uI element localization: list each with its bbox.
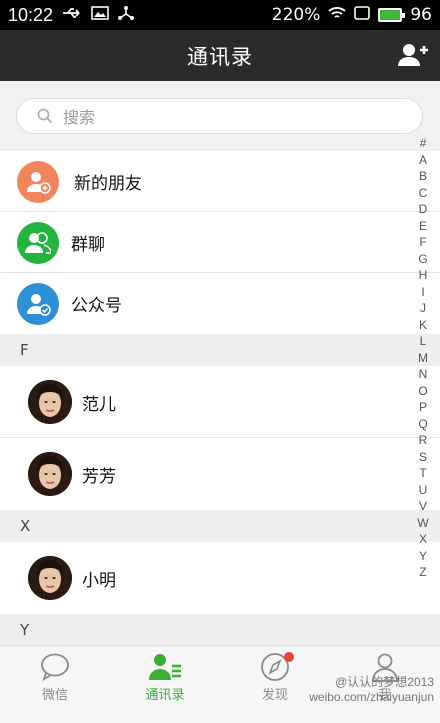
index-letter[interactable]: X (419, 531, 427, 548)
contacts-icon (149, 654, 181, 680)
index-letter[interactable]: F (419, 234, 426, 251)
index-letter[interactable]: M (418, 350, 428, 367)
avatar (28, 556, 72, 600)
title-bar: 通讯录 (0, 30, 440, 81)
index-letter[interactable]: W (417, 515, 428, 532)
tab-label: 发现 (261, 688, 288, 703)
index-letter[interactable]: L (420, 333, 427, 350)
section-header-f: F (0, 334, 440, 366)
tab-contacts[interactable]: 通讯录 (110, 646, 220, 723)
tab-label: 微信 (41, 688, 68, 703)
index-letter[interactable]: O (418, 383, 427, 400)
search-area: 搜索 (0, 81, 440, 151)
index-letter[interactable]: H (419, 267, 428, 284)
page-title: 通讯录 (187, 44, 253, 69)
status-bar: 10:22 220% 96 (0, 0, 440, 30)
index-letter[interactable]: A (419, 152, 427, 169)
usb-icon (61, 5, 83, 25)
index-letter[interactable]: P (419, 399, 427, 416)
index-letter[interactable]: Q (418, 416, 427, 433)
add-user-icon (398, 44, 428, 66)
section-header-y: Y (0, 614, 440, 646)
index-letter[interactable]: D (419, 201, 428, 218)
share-icon (117, 5, 135, 26)
battery-level: 96 (410, 5, 432, 25)
contact-row[interactable]: 芳芳 (0, 438, 440, 510)
group-chat-icon (17, 221, 59, 264)
index-letter[interactable]: Y (419, 548, 427, 565)
avatar (28, 452, 72, 496)
official-account-row[interactable]: 公众号 (0, 273, 440, 334)
index-letter[interactable]: E (419, 218, 427, 235)
tab-label: 通讯录 (145, 688, 185, 703)
status-signal-text: 220% (271, 5, 321, 25)
group-chat-row[interactable]: 群聊 (0, 212, 440, 273)
chat-bubble-icon (41, 653, 69, 681)
battery-icon (378, 8, 406, 22)
index-letter[interactable]: # (420, 135, 427, 152)
index-letter[interactable]: J (420, 300, 426, 317)
contact-row[interactable]: 小明 (0, 542, 440, 614)
section-letter: Y (20, 621, 30, 639)
index-letter[interactable]: C (419, 185, 428, 202)
contact-row[interactable]: 范儿 (0, 366, 440, 438)
index-letter[interactable]: R (419, 432, 428, 449)
group-chat-label: 群聊 (71, 235, 105, 255)
contact-name: 范儿 (82, 394, 116, 415)
notification-dot (284, 652, 294, 662)
official-account-label: 公众号 (71, 296, 122, 316)
section-letter: X (20, 517, 31, 535)
index-letter[interactable]: U (419, 482, 428, 499)
wifi-icon (328, 5, 346, 25)
section-header-x: X (0, 510, 440, 542)
official-account-icon (17, 282, 59, 325)
avatar (28, 380, 72, 424)
status-right: 220% 96 (272, 5, 432, 25)
sim-icon (354, 5, 371, 25)
search-input[interactable]: 搜索 (16, 98, 423, 134)
index-letter[interactable]: I (421, 284, 424, 301)
index-letter[interactable]: Z (419, 564, 426, 581)
contact-name: 小明 (82, 570, 116, 591)
index-letter[interactable]: K (419, 317, 427, 334)
index-letter[interactable]: B (419, 168, 427, 185)
image-icon (91, 5, 109, 25)
watermark: @认认的梦想2013 weibo.com/zhaiyuanjun (309, 675, 434, 705)
section-letter: F (20, 341, 29, 359)
watermark-line-1: @认认的梦想2013 (335, 675, 434, 689)
add-friend-icon (17, 160, 59, 203)
status-time: 10:22 (8, 4, 54, 25)
search-placeholder: 搜索 (63, 108, 96, 127)
index-letter[interactable]: S (419, 449, 427, 466)
new-friends-label: 新的朋友 (74, 174, 142, 194)
contact-name: 芳芳 (82, 466, 116, 487)
alphabet-index[interactable]: # A B C D E F G H I J K L M N O P Q R S T U V W X Y Z (414, 135, 432, 581)
index-letter[interactable]: T (419, 465, 426, 482)
index-letter[interactable]: V (419, 498, 427, 515)
watermark-line-2: weibo.com/zhaiyuanjun (309, 690, 434, 704)
tab-chats[interactable]: 微信 (0, 646, 110, 723)
search-icon (37, 108, 53, 124)
add-contact-button[interactable] (396, 40, 428, 72)
index-letter[interactable]: G (418, 251, 427, 268)
new-friends-row[interactable]: 新的朋友 (0, 151, 440, 212)
index-letter[interactable]: N (419, 366, 428, 383)
